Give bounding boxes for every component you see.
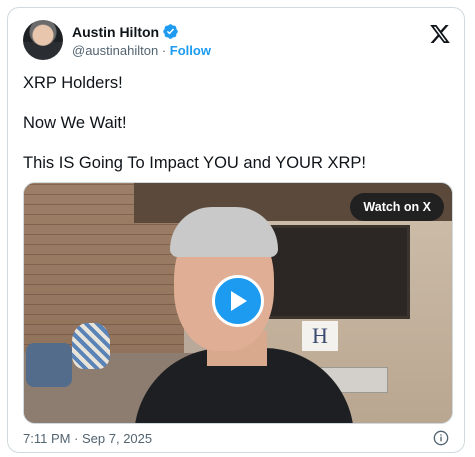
- video-background-vase: [72, 323, 110, 369]
- video-background-sign: H: [302, 321, 338, 351]
- play-icon: [231, 291, 247, 311]
- tweet-card[interactable]: Austin Hilton @austinahilton · Follow XR…: [7, 7, 465, 453]
- author-handle[interactable]: @austinahilton: [72, 43, 158, 58]
- tweet-text-line-3: This IS Going To Impact YOU and YOUR XRP…: [23, 154, 366, 172]
- watch-on-x-button[interactable]: Watch on X: [350, 193, 444, 221]
- tweet-timestamp[interactable]: 7:11 PM · Sep 7, 2025: [23, 431, 152, 446]
- video-player[interactable]: H Watch on X: [23, 182, 453, 424]
- verified-badge-icon: [163, 24, 178, 39]
- tweet-text-line-1: XRP Holders!: [23, 74, 123, 92]
- author-name-row: Austin Hilton: [72, 23, 179, 40]
- author-name[interactable]: Austin Hilton: [72, 24, 159, 40]
- x-logo-icon[interactable]: [430, 25, 450, 43]
- handle-row: @austinahilton · Follow: [72, 43, 211, 58]
- info-icon[interactable]: [433, 430, 449, 446]
- video-background-tv: [264, 225, 410, 319]
- play-button[interactable]: [212, 275, 264, 327]
- follow-button[interactable]: Follow: [170, 43, 211, 58]
- video-background-pillow: [26, 343, 72, 387]
- tweet-text-line-2: Now We Wait!: [23, 114, 127, 132]
- separator: ·: [161, 43, 167, 58]
- avatar[interactable]: [23, 20, 63, 60]
